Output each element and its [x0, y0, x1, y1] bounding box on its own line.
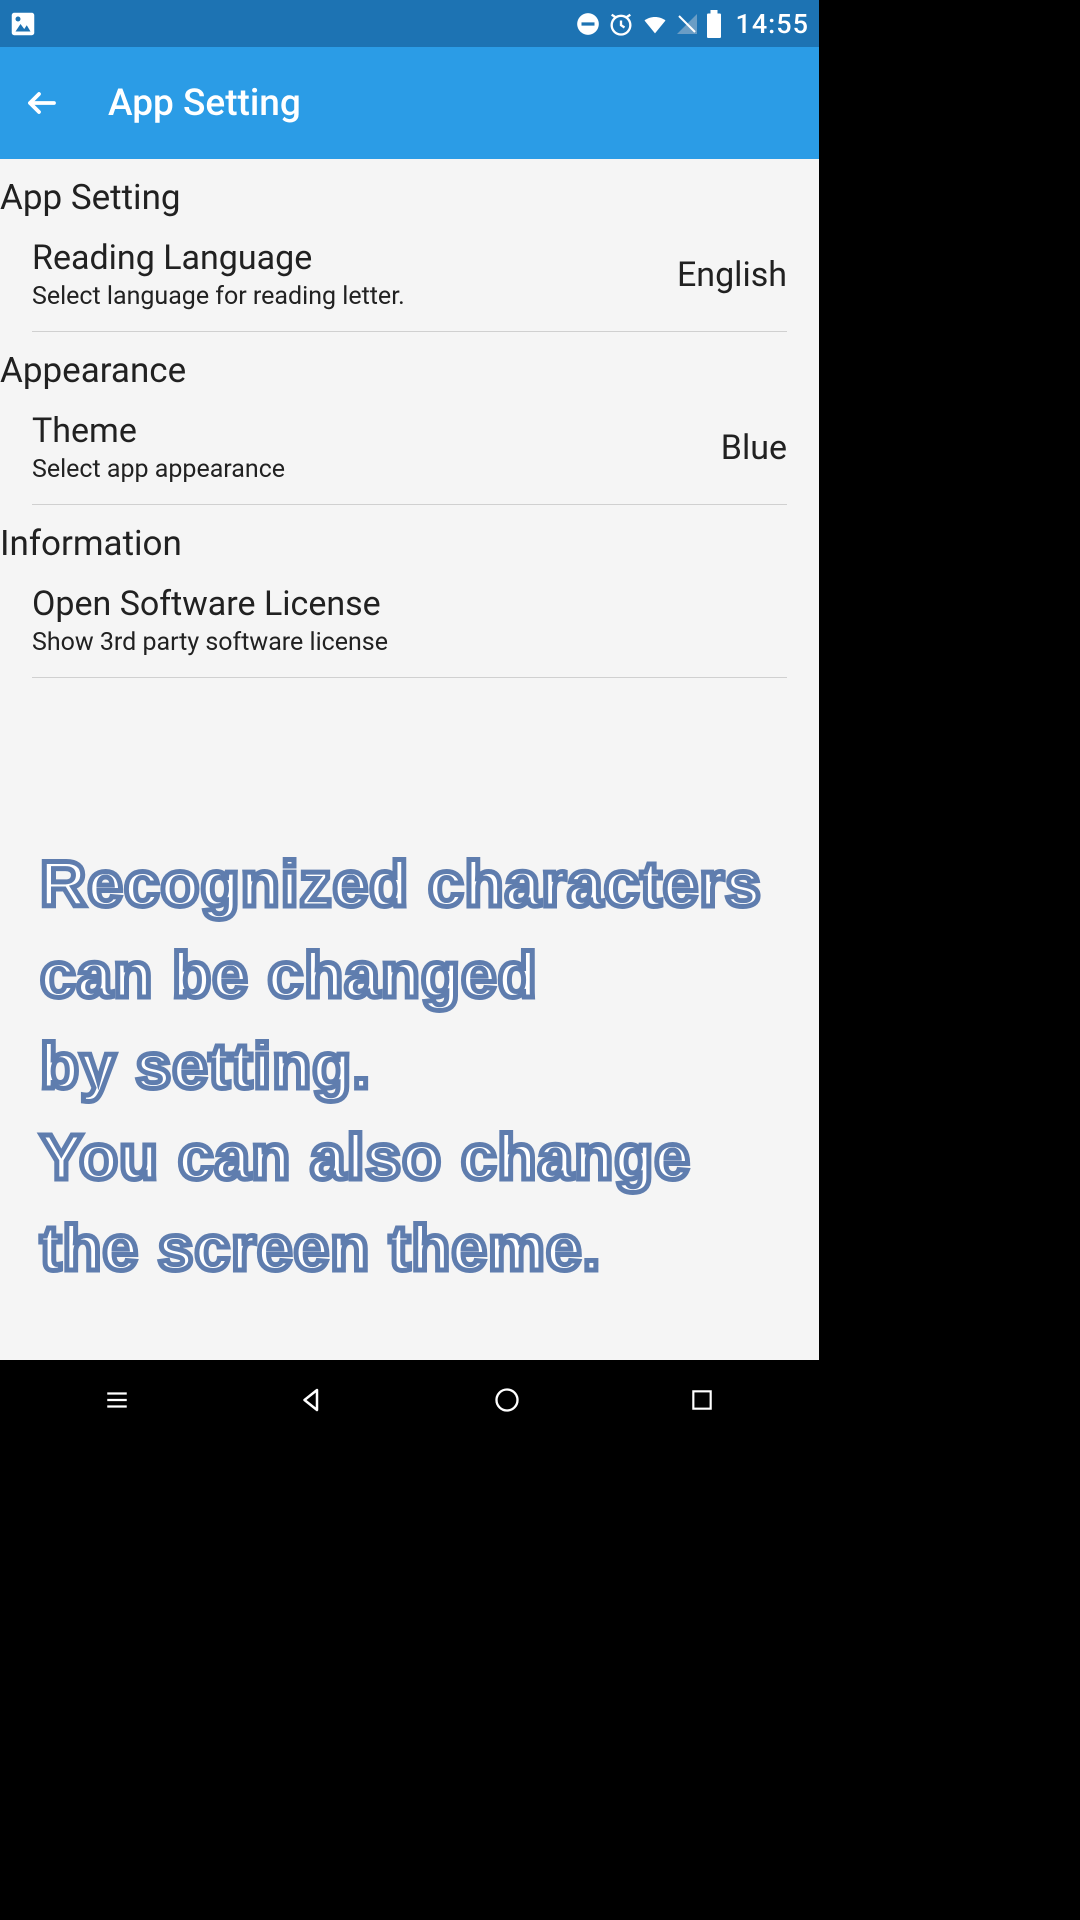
alarm-icon: [607, 10, 635, 38]
setting-subtitle: Show 3rd party software license: [32, 628, 388, 657]
nav-menu-button[interactable]: [87, 1370, 147, 1430]
status-right: 14:55: [575, 8, 809, 40]
setting-title: Open Software License: [32, 584, 388, 624]
wifi-icon: [641, 10, 669, 38]
overlay-line: can be changed: [40, 939, 538, 1011]
overlay-line: the screen theme.: [40, 1212, 601, 1284]
nav-home-button[interactable]: [477, 1370, 537, 1430]
setting-row-license[interactable]: Open Software License Show 3rd party sof…: [0, 568, 819, 677]
app-bar: App Setting: [0, 47, 819, 159]
setting-left: Open Software License Show 3rd party sof…: [32, 584, 388, 657]
setting-left: Theme Select app appearance: [32, 411, 285, 484]
status-time: 14:55: [735, 8, 809, 40]
setting-title: Reading Language: [32, 238, 405, 278]
setting-subtitle: Select language for reading letter.: [32, 282, 405, 311]
overlay-line: Recognized characters: [40, 848, 762, 920]
overlay-line: You can also change: [40, 1121, 691, 1193]
image-thumbnail-icon: [8, 9, 38, 39]
status-left: [8, 9, 38, 39]
section-header-app-setting: App Setting: [0, 159, 819, 222]
nav-recent-icon: [689, 1387, 715, 1413]
nav-bar: [0, 1360, 819, 1440]
battery-icon: [705, 10, 723, 38]
dnd-icon: [575, 11, 601, 37]
back-button[interactable]: [24, 85, 60, 121]
app-bar-title: App Setting: [108, 82, 301, 125]
nav-recent-button[interactable]: [672, 1370, 732, 1430]
section-header-information: Information: [0, 505, 819, 568]
overlay-line: by setting.: [40, 1030, 371, 1102]
divider: [32, 677, 787, 678]
nav-back-icon: [297, 1385, 327, 1415]
setting-row-theme[interactable]: Theme Select app appearance Blue: [0, 395, 819, 504]
setting-value: English: [677, 255, 787, 295]
menu-icon: [104, 1387, 130, 1413]
screen: 14:55 App Setting App Setting Reading La…: [0, 0, 819, 1440]
setting-subtitle: Select app appearance: [32, 455, 285, 484]
status-bar: 14:55: [0, 0, 819, 47]
setting-title: Theme: [32, 411, 285, 451]
section-header-appearance: Appearance: [0, 332, 819, 395]
tutorial-overlay-text: Recognized characters can be changed by …: [40, 839, 779, 1293]
nav-back-button[interactable]: [282, 1370, 342, 1430]
setting-row-reading-language[interactable]: Reading Language Select language for rea…: [0, 222, 819, 331]
nav-home-icon: [493, 1386, 521, 1414]
back-arrow-icon: [24, 85, 60, 121]
setting-left: Reading Language Select language for rea…: [32, 238, 405, 311]
setting-value: Blue: [721, 428, 787, 468]
content: App Setting Reading Language Select lang…: [0, 159, 819, 1360]
signal-off-icon: [675, 12, 699, 36]
